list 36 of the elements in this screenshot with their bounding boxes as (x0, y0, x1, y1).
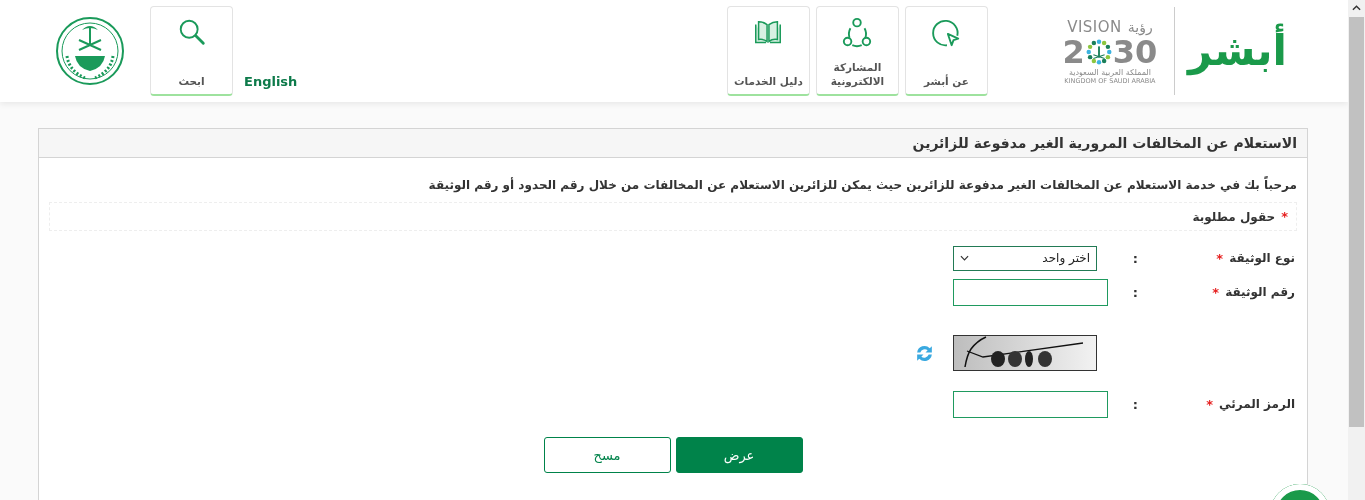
input-field[interactable] (953, 278, 1108, 306)
field-label: الرمز المرئي (1219, 397, 1295, 411)
colon-separator: : (1131, 284, 1138, 300)
kingdom-arabic-text: المملكة العربية السعودية (1068, 67, 1151, 77)
document-type-select[interactable]: اختر واحد (953, 245, 1097, 271)
share-icon (841, 17, 874, 49)
caret-icon (960, 255, 969, 261)
search-tile[interactable]: ابحث (150, 6, 233, 96)
required-mark: * (1216, 250, 1224, 266)
scrollbar-thumb[interactable] (1349, 17, 1364, 427)
colon-separator: : (1131, 396, 1138, 412)
flower-emblem-icon (1084, 37, 1113, 66)
scroll-up-icon[interactable] (1352, 5, 1361, 11)
submit-button[interactable]: عرض (675, 437, 803, 473)
nav-tile[interactable]: المشاركة الالكترونية (815, 6, 899, 96)
year-digits: 30 (1112, 35, 1158, 68)
vision-logo-text: VISION (1067, 17, 1122, 36)
required-note: حقول مطلوبة (1192, 209, 1276, 224)
field-label: نوع الوثيقة (1229, 251, 1295, 265)
input-field[interactable] (953, 390, 1108, 418)
english-link[interactable]: English (244, 74, 298, 89)
absher-logo[interactable]: أبشر (1184, 15, 1290, 87)
required-mark: * (1281, 209, 1288, 224)
year-digit: 2 (1062, 35, 1085, 68)
intro-text: مرحباً بك في خدمة الاستعلام عن المخالفات الغير مدفوعة للزائرين حيث يمكن للزائرين الاستعلام عن المخالفات من خلال رقم الحدود أو رقم الوثيقة (427, 178, 1297, 192)
colon-separator: : (1131, 250, 1138, 266)
field-label: رقم الوثيقة (1225, 285, 1295, 299)
nav-tile[interactable]: دليل الخدمات (726, 6, 810, 96)
scrollbar[interactable] (1348, 0, 1365, 500)
nav-tile[interactable]: عن أبشر (904, 6, 988, 96)
required-mark: * (1206, 396, 1214, 412)
vision-logo-arabic: رؤية (1127, 18, 1153, 35)
required-mark: * (1212, 284, 1220, 300)
panel-title: الاستعلام عن المخالفات المرورية الغير مدفوعة للزائرين (39, 129, 1307, 158)
emblem-icon (55, 16, 125, 86)
clear-button[interactable]: مسح (543, 437, 671, 473)
